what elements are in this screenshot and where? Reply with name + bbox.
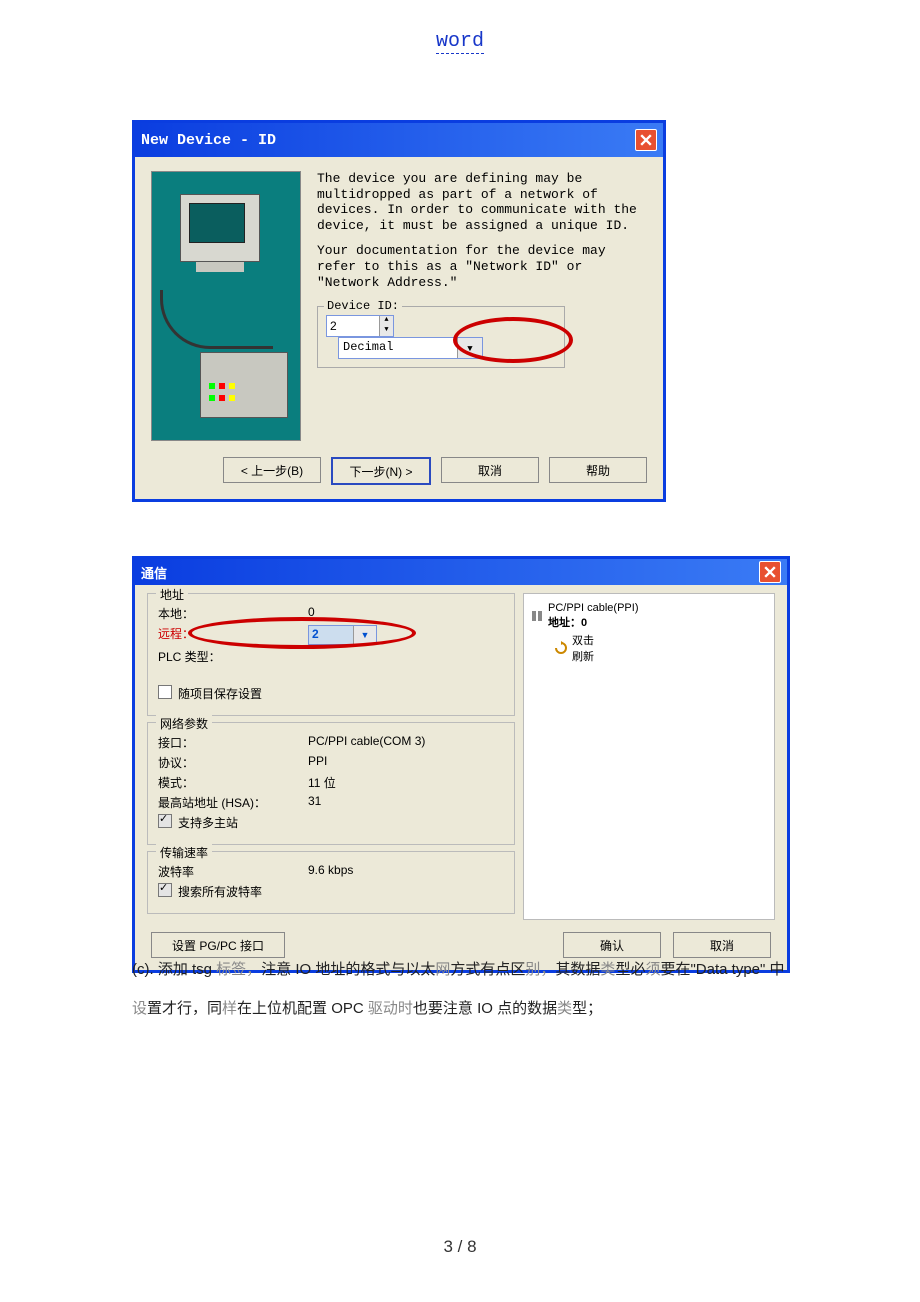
baud-label: 波特率 <box>158 863 308 880</box>
hsa-value: 31 <box>308 794 321 811</box>
dialog1-desc2: Your documentation for the device may re… <box>317 243 647 290</box>
page-header: word <box>0 0 920 53</box>
remote-value: 2 <box>309 626 353 644</box>
iface-label: 接口： <box>158 734 308 751</box>
header-word: word <box>436 30 484 54</box>
id-format-select[interactable]: Decimal ▼ <box>338 337 483 359</box>
dialog1-title: New Device - ID <box>141 132 276 149</box>
device-id-group: Device ID: ▲▼ Decimal ▼ <box>317 306 565 368</box>
search-baud-label: 搜索所有波特率 <box>178 883 262 900</box>
page-footer: 3 / 8 <box>0 1237 920 1257</box>
next-button[interactable]: 下一步(N) > <box>331 457 431 485</box>
address-group: 地址 本地：0 远程： 2▼ PLC 类型： 随项目保存设置 <box>147 593 515 716</box>
refresh-icon <box>554 641 568 655</box>
device-id-input[interactable] <box>327 316 379 336</box>
chevron-down-icon[interactable]: ▼ <box>457 338 482 358</box>
save-checkbox-label: 随项目保存设置 <box>178 685 262 702</box>
dialog2-titlebar: 通信 <box>135 559 787 585</box>
cable-icon <box>530 609 544 623</box>
local-value: 0 <box>308 605 315 622</box>
address-legend: 地址 <box>156 586 188 603</box>
local-label: 本地： <box>158 605 308 622</box>
network-params-group: 网络参数 接口：PC/PPI cable(COM 3) 协议：PPI 模式：11… <box>147 722 515 845</box>
dialog1-desc1: The device you are defining may be multi… <box>317 171 647 233</box>
dialog2-title: 通信 <box>141 563 167 582</box>
help-button[interactable]: 帮助 <box>549 457 647 483</box>
communication-dialog: 通信 地址 本地：0 远程： 2▼ PLC 类型： 随项目保存设置 网络参数 <box>132 556 790 973</box>
close-icon[interactable] <box>635 129 657 151</box>
paragraph-c: (c). 添加 tsg 标签，注意 IO 地址的格式与以太网方式有点区别，其数据… <box>132 950 788 1028</box>
device-tree[interactable]: PC/PPI cable(PPI) 地址：0 双击刷新 <box>523 593 775 920</box>
multi-master-checkbox <box>158 814 172 828</box>
spin-up-icon[interactable]: ▲ <box>379 316 393 326</box>
spin-down-icon[interactable]: ▼ <box>379 326 393 336</box>
tree-dbl: 双击 <box>572 635 594 647</box>
cancel-button[interactable]: 取消 <box>441 457 539 483</box>
wizard-illustration <box>151 171 301 441</box>
id-format-value: Decimal <box>339 338 457 358</box>
remote-label: 远程： <box>158 625 308 645</box>
iface-value: PC/PPI cable(COM 3) <box>308 734 425 751</box>
transfer-rate-group: 传输速率 波特率9.6 kbps 搜索所有波特率 <box>147 851 515 914</box>
save-checkbox[interactable] <box>158 685 172 699</box>
tree-refresh: 刷新 <box>572 651 594 663</box>
tree-cable: PC/PPI cable(PPI) <box>548 602 638 614</box>
chevron-down-icon[interactable]: ▼ <box>353 626 376 644</box>
device-id-legend: Device ID: <box>324 299 402 313</box>
close-icon[interactable] <box>759 561 781 583</box>
hsa-label: 最高站地址 (HSA)： <box>158 794 308 811</box>
tree-addr: 地址：0 <box>548 617 587 629</box>
mode-label: 模式： <box>158 774 308 791</box>
multi-master-label: 支持多主站 <box>178 814 238 831</box>
plc-type-label: PLC 类型： <box>158 648 308 665</box>
dialog1-titlebar: New Device - ID <box>135 123 663 157</box>
proto-value: PPI <box>308 754 327 771</box>
rate-legend: 传输速率 <box>156 844 212 861</box>
mode-value: 11 位 <box>308 774 336 791</box>
device-id-stepper[interactable]: ▲▼ <box>326 315 394 337</box>
proto-label: 协议： <box>158 754 308 771</box>
net-legend: 网络参数 <box>156 715 212 732</box>
remote-select[interactable]: 2▼ <box>308 625 377 645</box>
search-baud-checkbox <box>158 883 172 897</box>
new-device-dialog: New Device - ID <box>132 120 666 502</box>
baud-value: 9.6 kbps <box>308 863 353 880</box>
back-button[interactable]: < 上一步(B) <box>223 457 321 483</box>
